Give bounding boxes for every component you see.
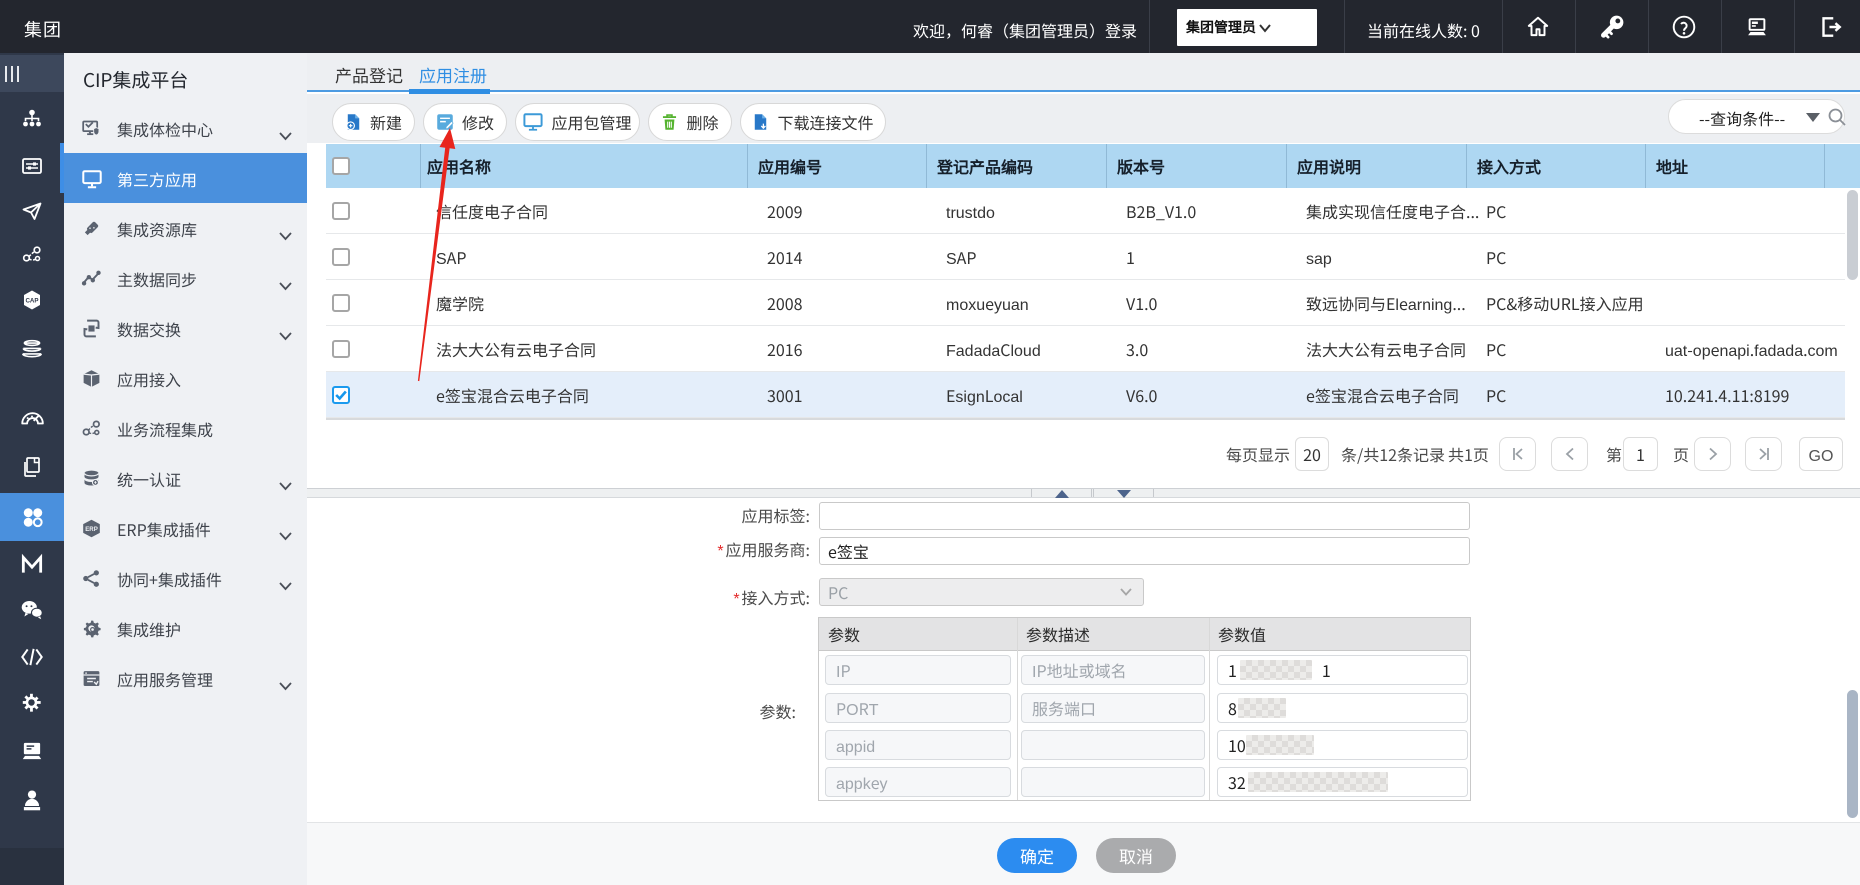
svg-text:CAP: CAP (25, 298, 38, 305)
svg-text:ERP: ERP (85, 526, 98, 533)
